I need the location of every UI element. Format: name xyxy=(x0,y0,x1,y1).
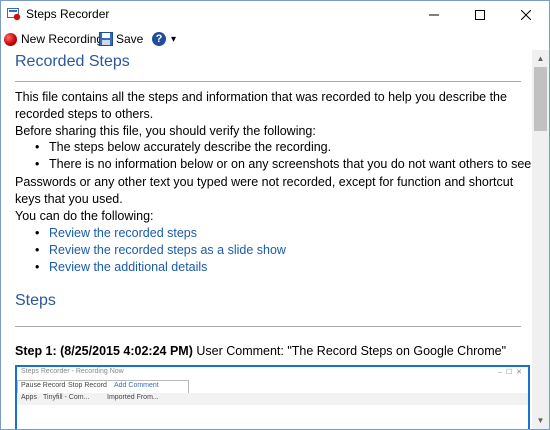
screenshot-bookmarks-bar: Apps Tinyfill - Com... Imported From... xyxy=(17,393,528,405)
window-title: Steps Recorder xyxy=(26,7,110,21)
bullet: • xyxy=(35,243,40,257)
bullet: • xyxy=(35,140,40,154)
passwords-note: Passwords or any other text you typed we… xyxy=(15,175,514,206)
step-1-label: Step 1: (8/25/2015 4:02:24 PM) xyxy=(15,344,193,358)
screenshot-bookmark: Tinyfill - Com... xyxy=(43,394,90,401)
recording-content: Recorded Steps This file contains all th… xyxy=(1,50,532,429)
bullet: • xyxy=(35,226,40,240)
can-do-text: You can do the following: xyxy=(15,209,154,223)
maximize-icon xyxy=(475,9,485,20)
recorded-steps-heading: Recorded Steps xyxy=(15,53,130,70)
scroll-down-icon[interactable]: ▼ xyxy=(532,412,549,429)
minimize-icon xyxy=(429,14,439,15)
help-button[interactable]: ? ▾ xyxy=(152,31,176,47)
help-icon: ? xyxy=(152,32,166,46)
screenshot-add-comment: Add Comment xyxy=(114,382,159,389)
minimize-button[interactable] xyxy=(411,1,457,28)
help-dropdown-icon[interactable]: ▾ xyxy=(171,34,176,45)
maximize-button[interactable] xyxy=(457,1,503,28)
save-label: Save xyxy=(116,32,144,46)
scrollbar-thumb[interactable] xyxy=(534,67,547,131)
screenshot-bookmark: Apps xyxy=(21,394,37,401)
close-button[interactable] xyxy=(503,1,549,28)
divider xyxy=(15,326,521,327)
close-icon xyxy=(521,9,531,20)
step-1-screenshot[interactable]: Steps Recorder - Recording Now – ☐ ✕ Pau… xyxy=(15,365,530,429)
screenshot-pause: Pause Record xyxy=(21,382,66,389)
step-1-header: Step 1: (8/25/2015 4:02:24 PM) User Comm… xyxy=(15,344,506,358)
screenshot-title: Steps Recorder - Recording Now xyxy=(21,368,124,375)
before-sharing-text: Before sharing this file, you should ver… xyxy=(15,124,316,138)
new-recording-button[interactable]: New Recording xyxy=(4,31,103,47)
screenshot-window-controls: – ☐ ✕ xyxy=(498,369,522,376)
steps-recorder-window: Steps Recorder New Recording Save ? ▾ Re… xyxy=(0,0,550,430)
slide-show-link[interactable]: Review the recorded steps as a slide sho… xyxy=(49,243,286,257)
record-icon xyxy=(4,32,17,46)
bullet: • xyxy=(35,260,40,274)
save-button[interactable]: Save xyxy=(99,31,143,47)
steps-recorder-app-icon xyxy=(7,8,21,21)
toolbar: New Recording Save ? ▾ xyxy=(1,28,549,50)
new-recording-label: New Recording xyxy=(21,32,104,46)
scroll-up-icon[interactable]: ▲ xyxy=(532,50,549,67)
step-1-comment: User Comment: "The Record Steps on Googl… xyxy=(196,344,507,358)
check-item: The steps below accurately describe the … xyxy=(49,140,332,154)
divider xyxy=(15,81,521,82)
title-bar: Steps Recorder xyxy=(1,1,549,28)
screenshot-toolbar: Pause Record Stop Record Add Comment xyxy=(17,380,189,394)
review-steps-link[interactable]: Review the recorded steps xyxy=(49,226,197,240)
bullet: • xyxy=(35,157,40,171)
screenshot-bookmark: Imported From... xyxy=(107,394,159,401)
check-item: There is no information below or on any … xyxy=(49,157,532,171)
steps-heading: Steps xyxy=(15,292,56,309)
vertical-scrollbar[interactable]: ▲ ▼ xyxy=(532,50,549,429)
save-icon xyxy=(99,32,113,46)
additional-details-link[interactable]: Review the additional details xyxy=(49,260,207,274)
screenshot-stop: Stop Record xyxy=(68,382,107,389)
intro-text: This file contains all the steps and inf… xyxy=(15,90,507,121)
